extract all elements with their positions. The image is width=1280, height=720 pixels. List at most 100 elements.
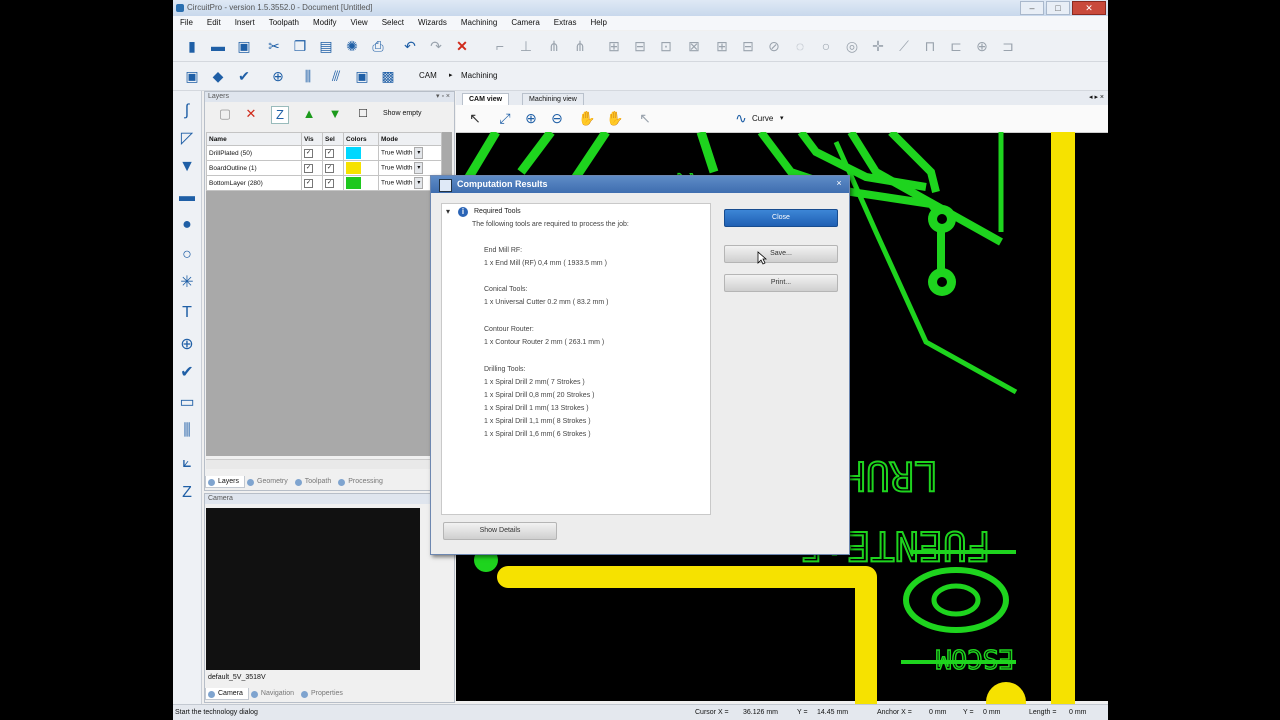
table-row[interactable]: BoardOutline (1) ✓ ✓ True Width ▾: [206, 160, 442, 176]
chevron-down-icon[interactable]: ▾: [780, 114, 784, 122]
column-header-name[interactable]: Name: [206, 132, 302, 146]
zoom-fit-icon[interactable]: ⤢: [496, 109, 514, 127]
visibility-checkbox[interactable]: ✓: [304, 148, 313, 158]
select-mode-icon[interactable]: ↖: [636, 109, 654, 127]
fiducial-icon[interactable]: ⊕: [269, 67, 287, 85]
menu-camera[interactable]: Camera: [504, 16, 546, 30]
zoom-in-icon[interactable]: ⊕: [522, 109, 540, 127]
delete-icon[interactable]: ✕: [453, 37, 471, 55]
layer-color-swatch[interactable]: [346, 147, 361, 159]
tab-navigation[interactable]: Navigation: [249, 688, 299, 700]
curve-mode-icon[interactable]: ∿: [732, 109, 750, 127]
chevron-down-icon[interactable]: ▾: [414, 177, 424, 189]
machining-label[interactable]: Machining: [461, 71, 497, 80]
tab-layers[interactable]: Layers: [205, 476, 246, 488]
rectangle-tool-icon[interactable]: ▬: [177, 187, 197, 207]
split-icon[interactable]: ⊠: [685, 37, 703, 55]
sort-layers-icon[interactable]: Z: [271, 106, 289, 124]
tab-nav-icons[interactable]: ◂ ▸ ×: [1089, 92, 1104, 104]
layer-color-swatch[interactable]: [346, 177, 361, 189]
curve-tool-icon[interactable]: ∫: [177, 101, 197, 121]
ungroup-icon[interactable]: ⊟: [631, 37, 649, 55]
layer-mode[interactable]: True Width: [381, 180, 413, 187]
minimize-button[interactable]: –: [1020, 1, 1044, 15]
import-icon[interactable]: ✺: [343, 37, 361, 55]
technology-dialog-icon[interactable]: ✔: [235, 67, 253, 85]
tab-toolpath[interactable]: Toolpath: [293, 476, 336, 488]
horizontal-scrollbar[interactable]: [206, 459, 452, 469]
mirror-icon[interactable]: ⋔: [545, 37, 563, 55]
maximize-button[interactable]: □: [1046, 1, 1070, 15]
diagonal-icon[interactable]: ⟋: [895, 37, 913, 55]
menu-machining[interactable]: Machining: [454, 16, 504, 30]
zoom-out-icon[interactable]: ⊖: [548, 109, 566, 127]
circle-icon[interactable]: ○: [817, 37, 835, 55]
mirror-vertical-icon[interactable]: ⋔: [571, 37, 589, 55]
arc-icon[interactable]: ◌: [791, 37, 809, 55]
tab-geometry[interactable]: Geometry: [245, 476, 293, 488]
measure-icon[interactable]: ⊐: [999, 37, 1017, 55]
pan-hand-icon[interactable]: ✋: [578, 109, 596, 127]
selectable-checkbox[interactable]: ✓: [325, 163, 334, 173]
open-folder-icon[interactable]: ▬: [209, 37, 227, 55]
move-up-icon[interactable]: ▲: [301, 106, 317, 122]
menu-help[interactable]: Help: [583, 16, 613, 30]
menu-toolpath[interactable]: Toolpath: [262, 16, 306, 30]
redo-icon[interactable]: ↷: [427, 37, 445, 55]
menu-insert[interactable]: Insert: [228, 16, 262, 30]
arrange-icon[interactable]: ⊞: [713, 37, 731, 55]
delete-layer-icon[interactable]: ✕: [243, 106, 259, 122]
curve-mode-label[interactable]: Curve: [752, 114, 773, 123]
combine-icon[interactable]: ⊡: [657, 37, 675, 55]
measure-tool-icon[interactable]: ⟀: [177, 453, 197, 473]
visibility-checkbox[interactable]: ✓: [304, 163, 313, 173]
settings-icon[interactable]: ▩: [379, 67, 397, 85]
print-icon[interactable]: ⎙: [369, 37, 387, 55]
import-cam-icon[interactable]: ◆: [209, 67, 227, 85]
layer-mode[interactable]: True Width: [381, 165, 413, 172]
text-tool-icon[interactable]: T: [177, 303, 197, 323]
dialog-close-icon[interactable]: ×: [833, 177, 845, 190]
paste-icon[interactable]: ▤: [317, 37, 335, 55]
machine-icon[interactable]: ⫻: [327, 67, 345, 85]
polygon-tool-icon[interactable]: ▼: [177, 157, 197, 177]
new-layer-icon[interactable]: ▢: [217, 106, 233, 122]
align-icon[interactable]: ⊥: [517, 37, 535, 55]
camera-view-icon[interactable]: ▣: [353, 67, 371, 85]
pad-tool-icon[interactable]: ▭: [177, 393, 197, 413]
panel-pin-icon[interactable]: ▾ ▫ ×: [436, 92, 450, 102]
save-icon[interactable]: ▣: [235, 37, 253, 55]
cut-icon[interactable]: ✂: [265, 37, 283, 55]
menu-modify[interactable]: Modify: [306, 16, 344, 30]
group-icon[interactable]: ⊞: [605, 37, 623, 55]
show-empty-checkbox[interactable]: ☐: [355, 106, 371, 122]
table-row[interactable]: BottomLayer (280) ✓ ✓ True Width ▾: [206, 175, 442, 191]
print-button[interactable]: Print...: [724, 274, 838, 292]
distribute-icon[interactable]: ⊟: [739, 37, 757, 55]
column-header-vis[interactable]: Vis: [301, 132, 323, 146]
tab-properties[interactable]: Properties: [299, 688, 348, 700]
star-tool-icon[interactable]: ✳: [177, 273, 197, 293]
save-button[interactable]: Save...: [724, 245, 838, 263]
show-details-button[interactable]: Show Details: [443, 522, 557, 540]
menu-file[interactable]: File: [173, 16, 200, 30]
chevron-down-icon[interactable]: ▾: [414, 147, 424, 159]
circle-center-icon[interactable]: ◎: [843, 37, 861, 55]
chevron-down-icon[interactable]: ▾: [414, 162, 424, 174]
drill-tool-icon[interactable]: ⊕: [177, 335, 197, 355]
move-down-icon[interactable]: ▼: [327, 106, 343, 122]
cross-icon[interactable]: ✛: [869, 37, 887, 55]
rotate-view-icon[interactable]: ✋: [606, 109, 624, 127]
tab-camera[interactable]: Camera: [205, 688, 249, 700]
selectable-checkbox[interactable]: ✓: [325, 148, 334, 158]
filled-circle-tool-icon[interactable]: ●: [177, 215, 197, 235]
dimension-icon[interactable]: ⊓: [921, 37, 939, 55]
z-axis-tool-icon[interactable]: Z: [177, 483, 197, 503]
menu-view[interactable]: View: [344, 16, 375, 30]
pointer-icon[interactable]: ↖: [466, 109, 484, 127]
copy-icon[interactable]: ❐: [291, 37, 309, 55]
check-tool-icon[interactable]: ✔: [177, 363, 197, 383]
tab-processing[interactable]: Processing: [336, 476, 388, 488]
trim-icon[interactable]: ⊘: [765, 37, 783, 55]
close-window-button[interactable]: ✕: [1072, 1, 1106, 15]
